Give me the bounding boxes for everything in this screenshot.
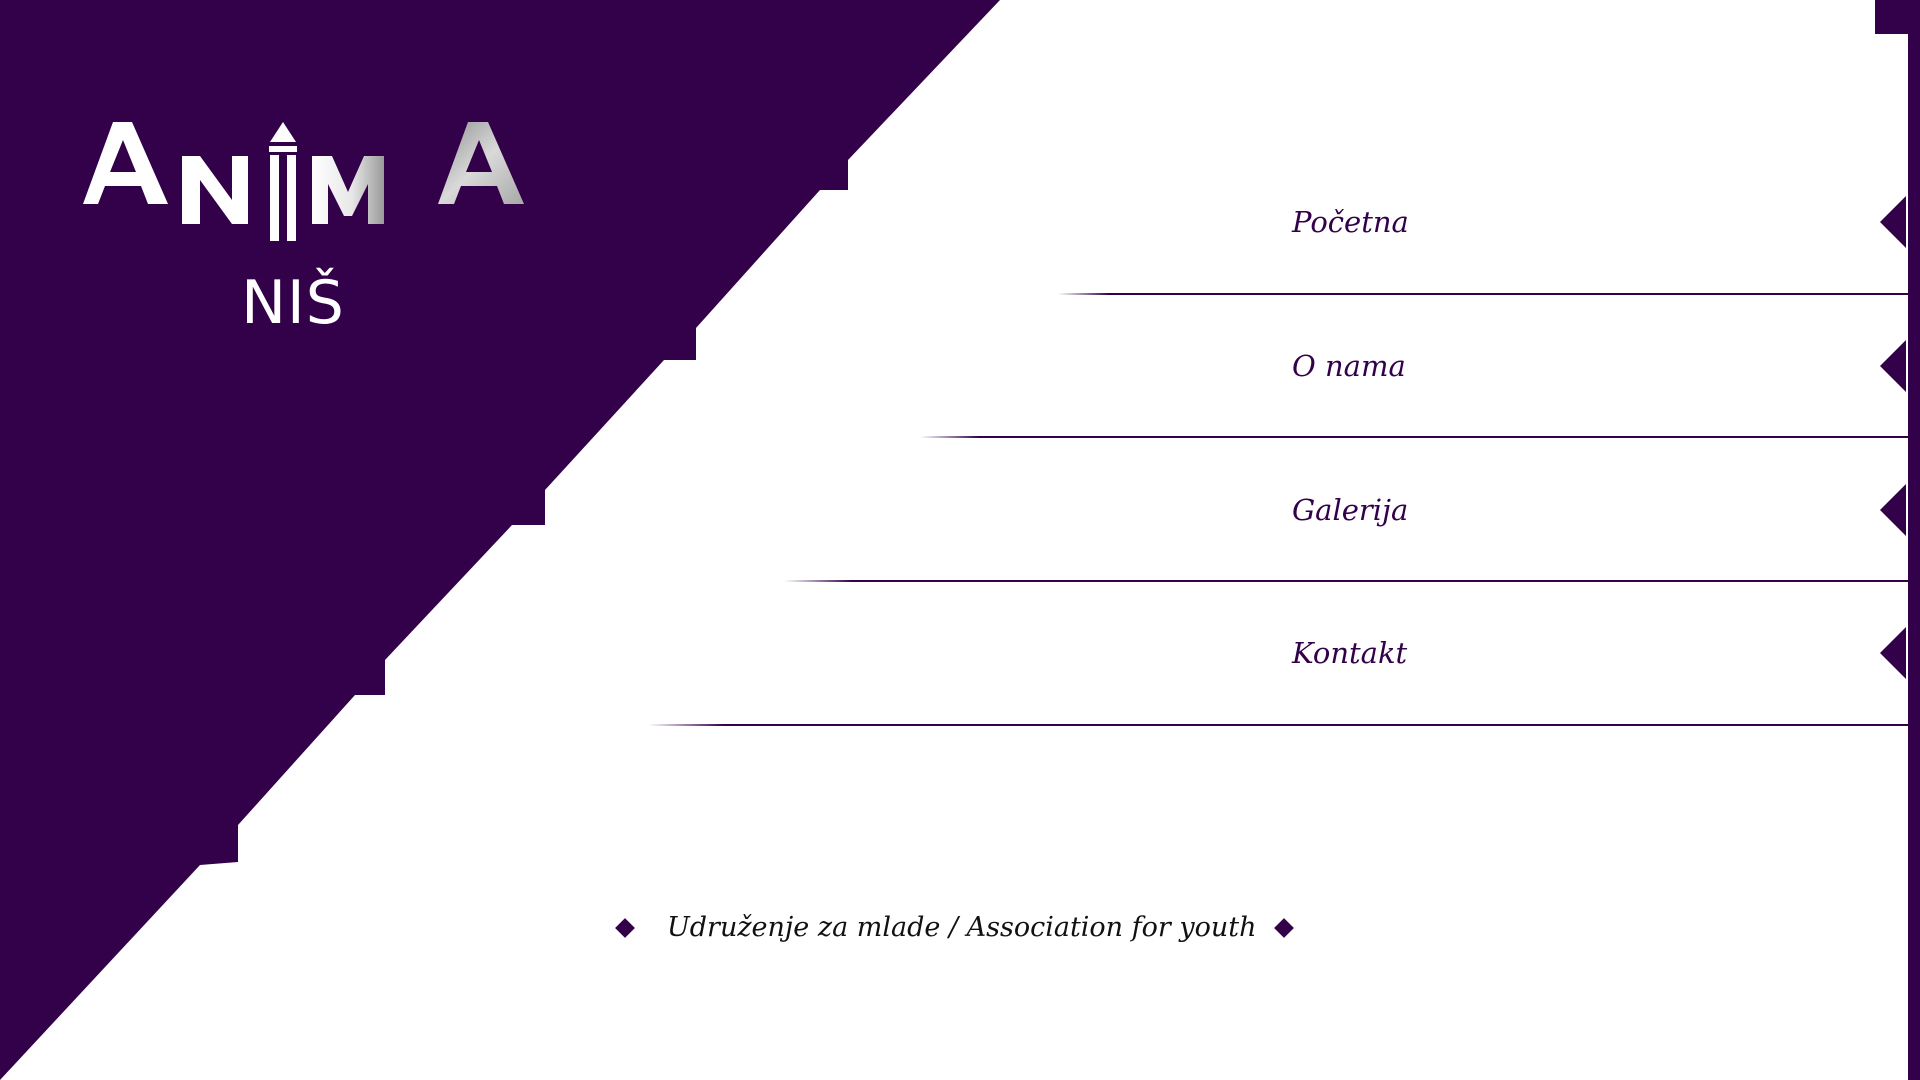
page: NIŠ Početna O nama Galerija Kontakt Udru… xyxy=(0,0,1920,1080)
nav-divider xyxy=(784,580,1920,582)
nav-label: Galerija xyxy=(1292,493,1409,527)
nav-label: Kontakt xyxy=(1292,636,1408,670)
nav-item-pocetna[interactable]: Početna xyxy=(0,192,1920,252)
triangle-left-icon xyxy=(1880,627,1906,679)
tagline: Udruženje za mlade / Association for you… xyxy=(614,908,1304,948)
nav-divider xyxy=(648,724,1920,726)
nav-label: O nama xyxy=(1292,349,1406,383)
nav-item-o-nama[interactable]: O nama xyxy=(0,336,1920,396)
triangle-left-icon xyxy=(1880,340,1906,392)
nav-label: Početna xyxy=(1292,205,1409,239)
right-edge-bar xyxy=(1908,0,1920,1080)
nav-divider xyxy=(1058,293,1908,295)
nav-item-galerija[interactable]: Galerija xyxy=(0,480,1920,540)
nav-divider xyxy=(920,436,1908,438)
diamond-icon xyxy=(615,918,635,938)
tagline-text: Udruženje za mlade / Association for you… xyxy=(667,912,1257,943)
logo-city-label: NIŠ xyxy=(241,268,345,338)
triangle-left-icon xyxy=(1880,484,1906,536)
nav-item-kontakt[interactable]: Kontakt xyxy=(0,623,1920,683)
diamond-icon xyxy=(1274,918,1294,938)
triangle-left-icon xyxy=(1880,196,1906,248)
